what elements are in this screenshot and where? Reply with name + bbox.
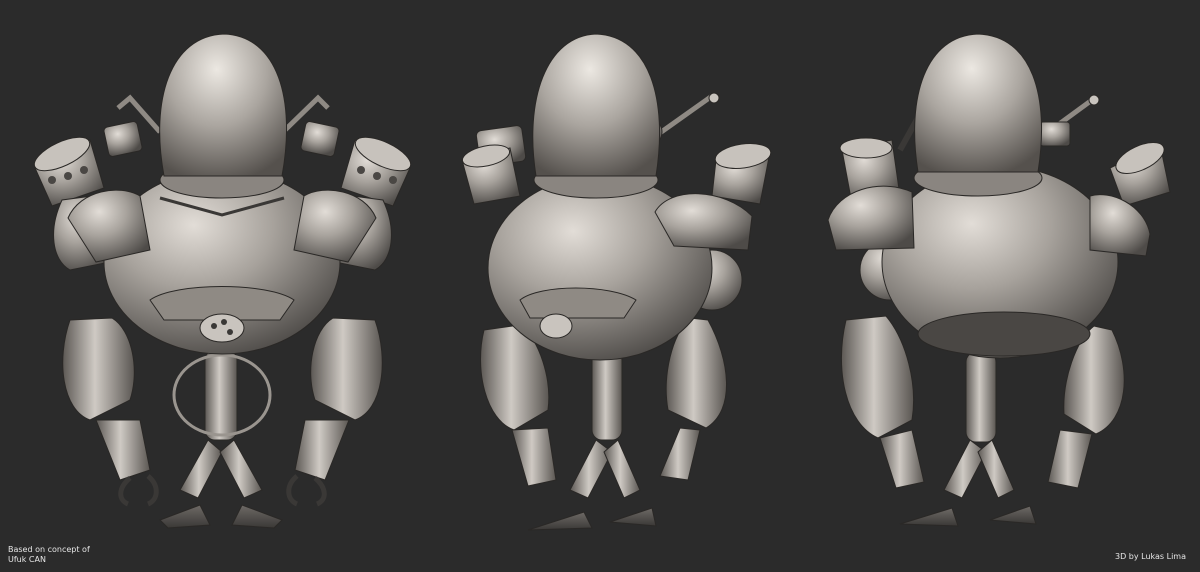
helmet [159,33,288,177]
robot-three-quarter-view [461,33,772,531]
arm-left [480,324,557,487]
shoulder-exhaust-right [711,142,772,205]
concept-credit-line1: Based on concept of [8,545,90,554]
shoulder-pad-left [827,185,915,251]
legs [899,351,1037,527]
concept-credit-line2: Ufuk CAN [8,555,46,564]
helmet [914,33,1043,173]
robot-front-view [33,33,412,529]
helmet [532,33,661,177]
radio-box [1039,121,1071,147]
shoulder-pad-right [1089,194,1151,257]
concept-credit: Based on concept of Ufuk CAN [8,545,90,565]
robot-back-view [827,33,1171,527]
robot-turnaround-render [33,33,1171,531]
radio-box-right [300,121,340,157]
shoulder-exhaust-right [1109,142,1171,207]
legs [159,349,283,529]
radio-box-left [103,121,143,157]
author-credit: 3D by Lukas Lima [1114,552,1186,561]
